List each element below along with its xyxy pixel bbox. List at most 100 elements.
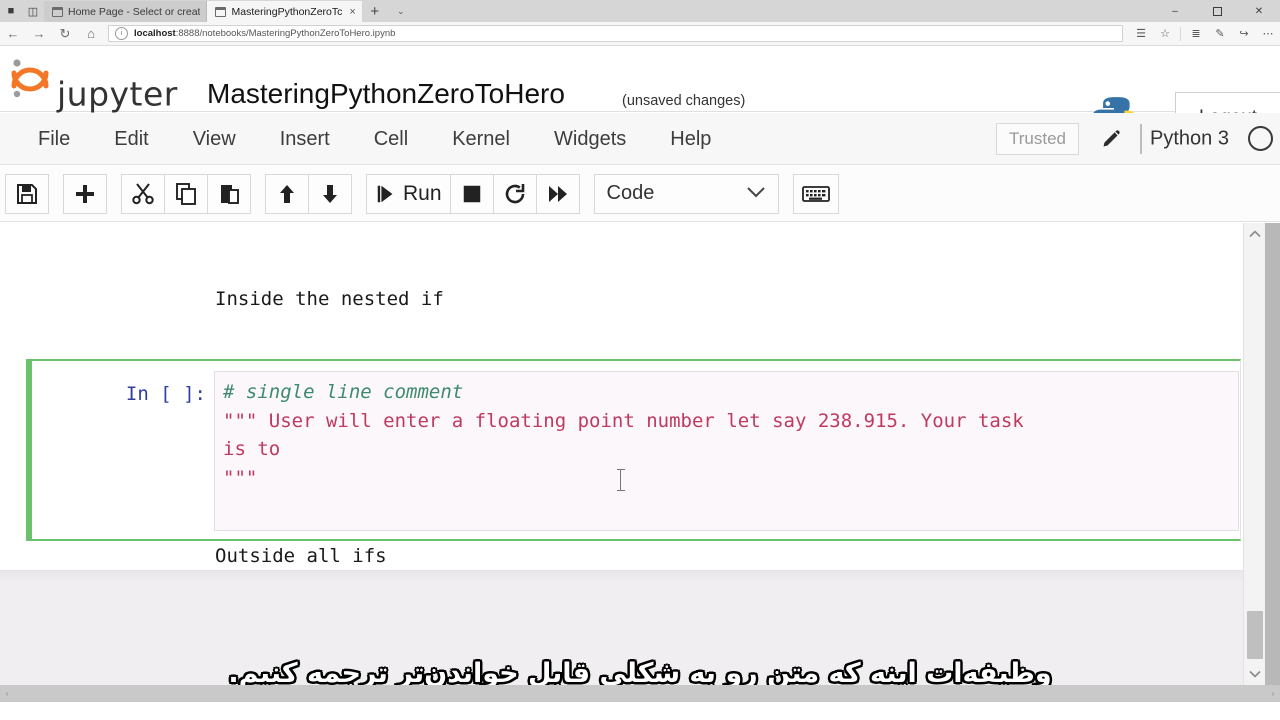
notebook-empty-area [0, 570, 1280, 685]
menu-items: File Edit View Insert Cell Kernel Widget… [16, 113, 733, 165]
nav-right-icons: ☰ ☆ ≣ ✎ ↪ ⋯ [1129, 23, 1280, 45]
menu-item-insert[interactable]: Insert [258, 113, 352, 165]
menu-item-cell[interactable]: Cell [352, 113, 430, 165]
toolbar-group-clipboard [121, 173, 251, 214]
restart-kernel-button[interactable] [492, 173, 537, 214]
info-icon[interactable]: i [115, 27, 128, 40]
share-icon[interactable]: ↪ [1232, 23, 1256, 45]
save-status-text: (unsaved changes) [622, 93, 746, 109]
toolbar-group-move [265, 173, 352, 214]
move-cell-down-button[interactable] [308, 173, 352, 214]
jupyter-header: jupyter MasteringPythonZeroToHero (unsav… [0, 46, 1280, 144]
toolbar-group-celltype: Code [593, 173, 779, 214]
address-bar[interactable]: i localhost:8888/notebooks/MasteringPyth… [108, 25, 1123, 42]
forward-button[interactable]: → [26, 23, 52, 45]
scroll-left-icon[interactable]: ‹ [0, 685, 14, 702]
scroll-right-icon[interactable]: › [1266, 685, 1280, 702]
toolbar-group-run: Run [366, 173, 580, 214]
kernel-indicator-name: Python 3 [1150, 127, 1229, 150]
browser-tab-home[interactable]: Home Page - Select or creat [44, 1, 208, 22]
insert-cell-below-button[interactable] [63, 173, 107, 214]
jupyter-menu-bar: File Edit View Insert Cell Kernel Widget… [0, 113, 1280, 165]
menu-divider [1140, 124, 1142, 154]
reading-view-icon[interactable]: ☰ [1129, 23, 1153, 45]
paste-button[interactable] [207, 173, 251, 214]
close-icon[interactable]: × [349, 6, 355, 18]
browser-tab-title: Home Page - Select or creat [68, 5, 201, 18]
cell-type-value: Code [606, 182, 655, 204]
toolbar-group-insert [63, 173, 107, 214]
toolbar-group-palette [792, 173, 839, 214]
menu-item-file[interactable]: File [16, 113, 92, 165]
vertical-scrollbar[interactable] [1243, 223, 1265, 685]
tab-favicon-icon [52, 6, 63, 17]
favorites-list-icon[interactable]: ≣ [1184, 23, 1208, 45]
kernel-busy-indicator-icon [1248, 126, 1273, 151]
notes-pen-icon[interactable]: ✎ [1208, 23, 1232, 45]
code-editor-input[interactable]: # single line comment """ User will ente… [214, 371, 1239, 531]
text-cursor-icon [617, 469, 625, 491]
tab-preview-icon[interactable]: ◫ [22, 0, 44, 22]
browser-nav-bar: ← → ↻ ⌂ i localhost:8888/notebooks/Maste… [0, 22, 1280, 46]
menu-item-widgets[interactable]: Widgets [532, 113, 648, 165]
window-maximize-button[interactable] [1196, 0, 1238, 22]
refresh-button[interactable]: ↻ [52, 23, 78, 45]
address-bar-url: localhost:8888/notebooks/MasteringPython… [134, 28, 395, 39]
trusted-badge[interactable]: Trusted [996, 123, 1080, 155]
cut-button[interactable] [121, 173, 165, 214]
chevron-down-icon [746, 185, 766, 203]
horizontal-scrollbar-track[interactable] [14, 685, 1266, 702]
save-button[interactable] [5, 173, 49, 214]
move-cell-up-button[interactable] [265, 173, 309, 214]
screenshot-root: ■ ◫ Home Page - Select or creat Masterin… [0, 0, 1280, 720]
nav-divider [1180, 26, 1181, 41]
back-button[interactable]: ← [0, 23, 26, 45]
code-line: """ [223, 466, 258, 489]
output-line: Inside the nested if [215, 288, 444, 310]
pencil-icon[interactable] [1098, 126, 1126, 152]
scroll-down-icon[interactable] [1244, 663, 1266, 685]
notebook-body: Inside the nested if <=30 inside the els… [0, 223, 1280, 570]
run-button-label: Run [403, 181, 442, 205]
jupyter-toolbar: Run Code [0, 166, 1280, 222]
window-minimize-button[interactable]: – [1154, 0, 1196, 22]
jupyter-wordmark[interactable]: jupyter [57, 75, 178, 114]
code-cell-selected[interactable]: In [ ]: # single line comment """ User w… [26, 359, 1241, 541]
jupyter-logo-icon[interactable] [8, 56, 52, 100]
run-cell-button[interactable]: Run [366, 173, 451, 214]
copy-button[interactable] [164, 173, 208, 214]
menu-item-help[interactable]: Help [648, 113, 733, 165]
more-options-icon[interactable]: ⋯ [1256, 23, 1280, 45]
scroll-up-icon[interactable] [1244, 223, 1266, 245]
url-host: localhost [134, 28, 176, 39]
code-line: # single line comment [223, 381, 464, 403]
notebook-title[interactable]: MasteringPythonZeroToHero [207, 78, 565, 110]
menu-item-view[interactable]: View [171, 113, 258, 165]
code-line: """ User will enter a floating point num… [223, 409, 1024, 432]
command-palette-button[interactable] [792, 173, 839, 214]
restart-run-all-button[interactable] [535, 173, 580, 214]
page-footer [0, 702, 1280, 720]
interrupt-kernel-button[interactable] [449, 173, 494, 214]
app-icon: ■ [7, 5, 15, 17]
browser-tab-strip: ■ ◫ Home Page - Select or creat Masterin… [0, 0, 1280, 22]
cell-prompt-label: In [ ]: [125, 383, 206, 405]
new-tab-button[interactable]: + [362, 1, 388, 22]
browser-tab-notebook[interactable]: MasteringPythonZeroTc × [207, 1, 362, 22]
menu-item-edit[interactable]: Edit [92, 113, 170, 165]
cell-type-select[interactable]: Code [593, 173, 779, 214]
favorite-star-icon[interactable]: ☆ [1153, 23, 1177, 45]
vertical-scrollbar-thumb[interactable] [1247, 611, 1263, 659]
toolbar-group-save [5, 173, 49, 214]
url-path: :8888/notebooks/MasteringPythonZeroToHer… [175, 28, 396, 39]
menu-item-kernel[interactable]: Kernel [430, 113, 532, 165]
window-scroll-rail[interactable] [1265, 223, 1280, 685]
home-button[interactable]: ⌂ [78, 23, 104, 45]
horizontal-scrollbar[interactable]: ‹ › [0, 685, 1280, 702]
window-close-button[interactable]: ✕ [1238, 0, 1280, 22]
code-line: is to [223, 438, 281, 460]
chevron-down-icon[interactable]: ⌄ [388, 1, 414, 22]
tab-favicon-icon [215, 6, 227, 17]
output-line: Outside all ifs [215, 544, 387, 567]
browser-tab-title: MasteringPythonZeroTc [231, 5, 343, 18]
